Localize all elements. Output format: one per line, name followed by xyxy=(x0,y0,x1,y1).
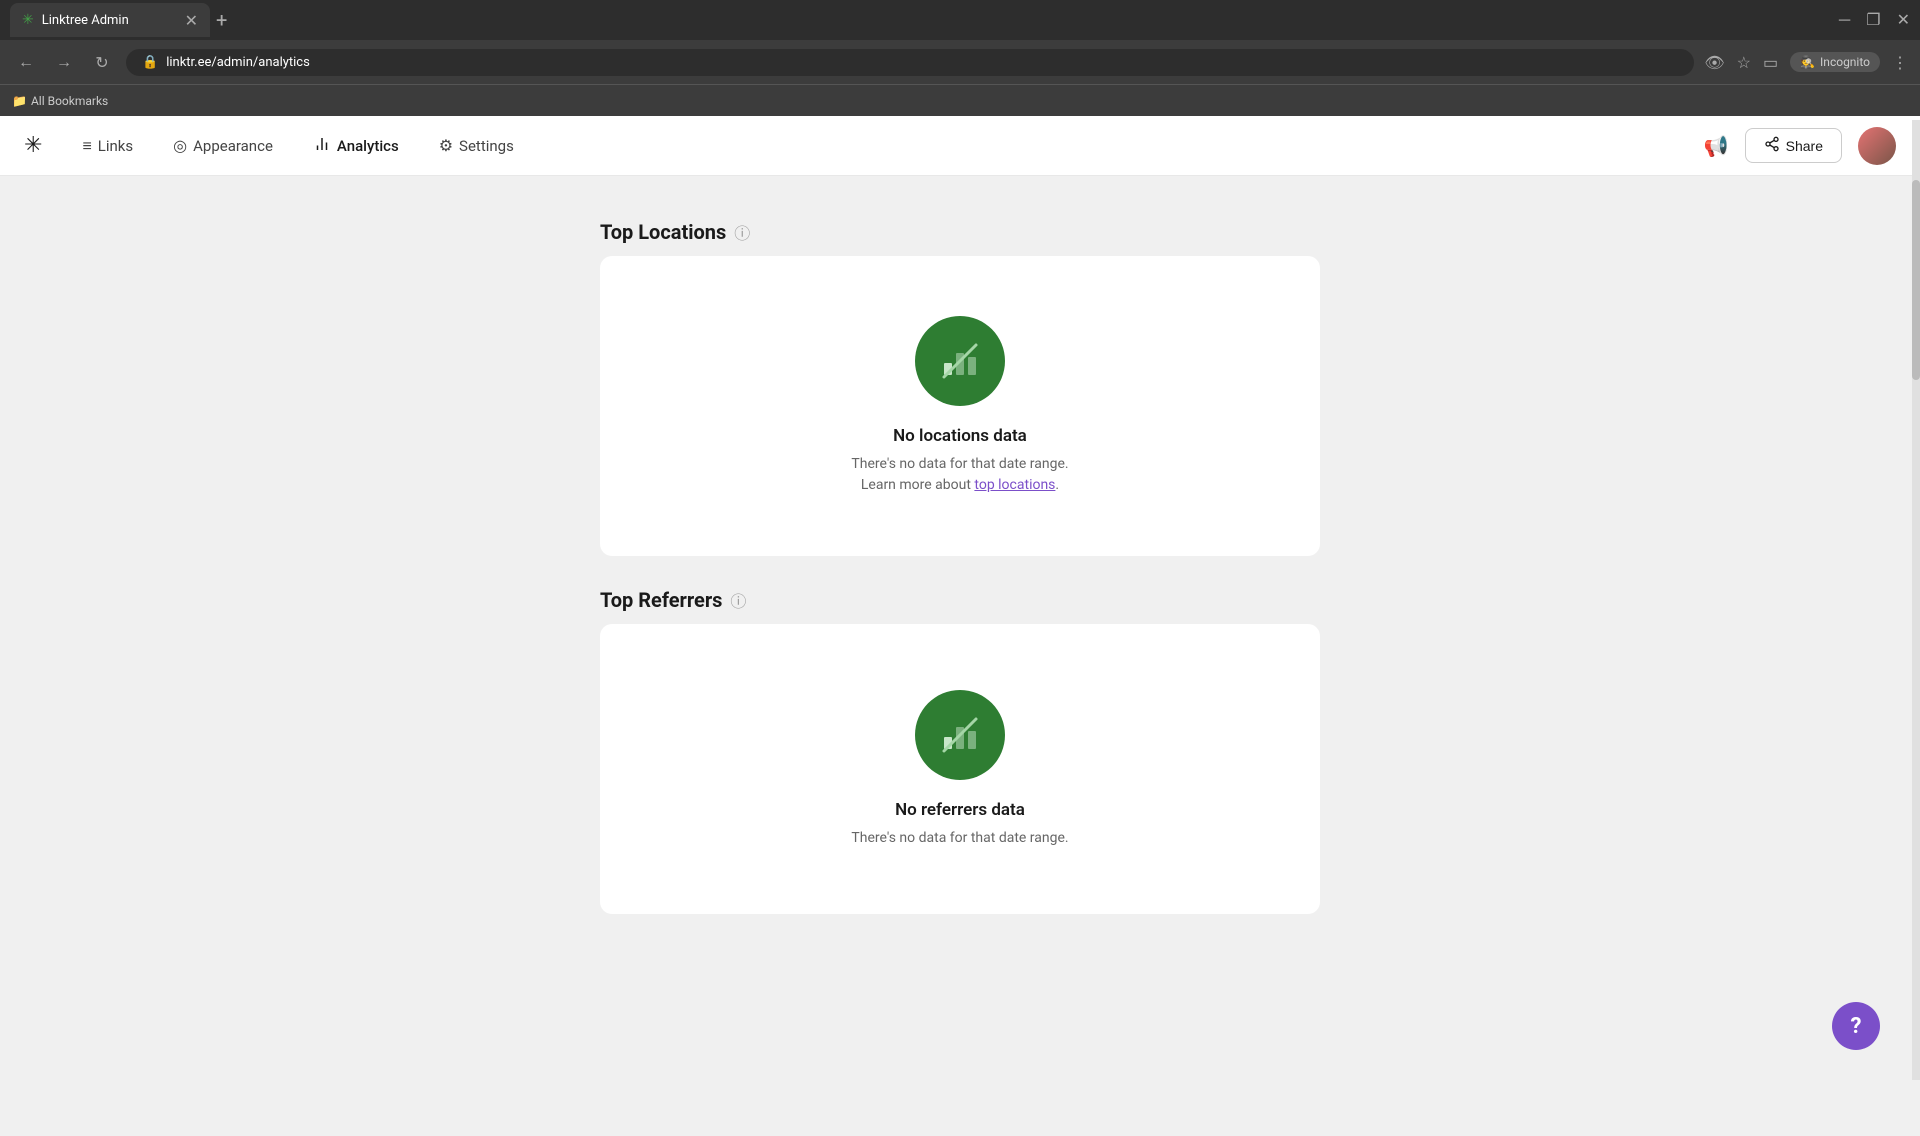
share-button-label: Share xyxy=(1786,138,1823,154)
top-locations-learn-more-link[interactable]: top locations xyxy=(974,477,1055,493)
bar-chart-slash-icon-2 xyxy=(938,713,982,757)
url-text: linktr.ee/admin/analytics xyxy=(166,55,310,70)
bookmarks-label: All Bookmarks xyxy=(31,94,108,108)
nav-appearance[interactable]: ◎ Appearance xyxy=(157,128,289,163)
close-window-icon[interactable]: ✕ xyxy=(1897,10,1910,30)
window-controls: ─ ❐ ✕ xyxy=(1839,10,1910,30)
share-button[interactable]: Share xyxy=(1745,128,1842,163)
more-options-icon[interactable]: ⋮ xyxy=(1892,53,1908,72)
app-navigation: ✳ ≡ Links ◎ Appearance Analytics ⚙ Setti… xyxy=(0,116,1920,176)
all-bookmarks[interactable]: 📁 All Bookmarks xyxy=(12,94,108,108)
top-locations-empty-icon-bg xyxy=(915,316,1005,406)
settings-nav-icon: ⚙ xyxy=(439,136,453,155)
browser-titlebar: ✳ Linktree Admin ✕ + ─ ❐ ✕ xyxy=(0,0,1920,40)
linktree-logo[interactable]: ✳ xyxy=(24,133,42,158)
top-locations-no-data-title: No locations data xyxy=(893,426,1027,446)
top-locations-section: Top Locations ⓘ No locations data There'… xyxy=(600,220,1320,556)
browser-tab[interactable]: ✳ Linktree Admin ✕ xyxy=(10,3,210,37)
help-button[interactable]: ? xyxy=(1832,1002,1880,1050)
top-referrers-title: Top Referrers xyxy=(600,588,722,612)
top-locations-link-prefix: Learn more about xyxy=(861,477,975,493)
analytics-nav-label: Analytics xyxy=(337,137,399,155)
top-locations-info-icon[interactable]: ⓘ xyxy=(734,220,750,244)
tab-favicon-icon: ✳ xyxy=(22,12,34,28)
top-locations-period: . xyxy=(1055,477,1059,493)
settings-nav-label: Settings xyxy=(459,137,514,155)
appearance-nav-icon: ◎ xyxy=(173,136,187,155)
toolbar-actions: 👁 ☆ ▭ 🕵 Incognito ⋮ xyxy=(1704,52,1908,72)
top-locations-card: No locations data There's no data for th… xyxy=(600,256,1320,556)
nav-analytics[interactable]: Analytics xyxy=(297,127,415,165)
top-referrers-info-icon[interactable]: ⓘ xyxy=(730,588,746,612)
bookmarks-folder-icon: 📁 xyxy=(12,94,27,108)
browser-toolbar: ← → ↻ 🔒 linktr.ee/admin/analytics 👁 ☆ ▭ … xyxy=(0,40,1920,84)
scrollbar[interactable] xyxy=(1912,120,1920,1080)
reload-button[interactable]: ↻ xyxy=(88,48,116,76)
eye-slash-icon[interactable]: 👁 xyxy=(1704,53,1724,72)
share-icon xyxy=(1764,136,1780,155)
analytics-nav-icon xyxy=(313,135,331,157)
top-referrers-no-data-desc: There's no data for that date range. xyxy=(851,828,1068,849)
appearance-nav-label: Appearance xyxy=(193,137,273,155)
tab-title: Linktree Admin xyxy=(42,13,129,28)
links-nav-label: Links xyxy=(98,137,133,155)
top-locations-header: Top Locations ⓘ xyxy=(600,220,1320,244)
top-referrers-header: Top Referrers ⓘ xyxy=(600,588,1320,612)
new-tab-icon[interactable]: + xyxy=(216,8,227,32)
address-bar[interactable]: 🔒 linktr.ee/admin/analytics xyxy=(126,49,1694,76)
nav-right-actions: 📢 Share xyxy=(1704,127,1896,165)
notification-icon[interactable]: 📢 xyxy=(1704,134,1729,158)
main-content: Top Locations ⓘ No locations data There'… xyxy=(600,200,1320,966)
incognito-badge: 🕵 Incognito xyxy=(1790,52,1880,72)
incognito-icon: 🕵 xyxy=(1800,55,1815,69)
tab-close-icon[interactable]: ✕ xyxy=(185,11,198,30)
minimize-icon[interactable]: ─ xyxy=(1839,10,1850,30)
top-referrers-section: Top Referrers ⓘ No referrers data There'… xyxy=(600,588,1320,914)
forward-button[interactable]: → xyxy=(50,48,78,76)
links-nav-icon: ≡ xyxy=(82,136,91,156)
user-avatar[interactable] xyxy=(1858,127,1896,165)
scrollbar-thumb[interactable] xyxy=(1912,180,1920,380)
lock-icon: 🔒 xyxy=(142,55,158,70)
top-referrers-desc-text: There's no data for that date range. xyxy=(851,830,1068,846)
top-referrers-empty-icon-bg xyxy=(915,690,1005,780)
incognito-label: Incognito xyxy=(1820,55,1870,69)
top-locations-desc-text: There's no data for that date range. xyxy=(851,456,1068,472)
star-icon[interactable]: ☆ xyxy=(1737,53,1751,72)
back-button[interactable]: ← xyxy=(12,48,40,76)
restore-icon[interactable]: ❐ xyxy=(1866,10,1880,30)
nav-links[interactable]: ≡ Links xyxy=(66,128,149,164)
top-referrers-no-data-title: No referrers data xyxy=(895,800,1025,820)
top-referrers-card: No referrers data There's no data for th… xyxy=(600,624,1320,914)
top-locations-title: Top Locations xyxy=(600,220,726,244)
extensions-icon[interactable]: ▭ xyxy=(1763,53,1778,72)
top-locations-no-data-desc: There's no data for that date range. Lea… xyxy=(851,454,1068,496)
nav-settings[interactable]: ⚙ Settings xyxy=(423,128,530,163)
bookmarks-bar: 📁 All Bookmarks xyxy=(0,84,1920,116)
bar-chart-slash-icon xyxy=(938,339,982,383)
